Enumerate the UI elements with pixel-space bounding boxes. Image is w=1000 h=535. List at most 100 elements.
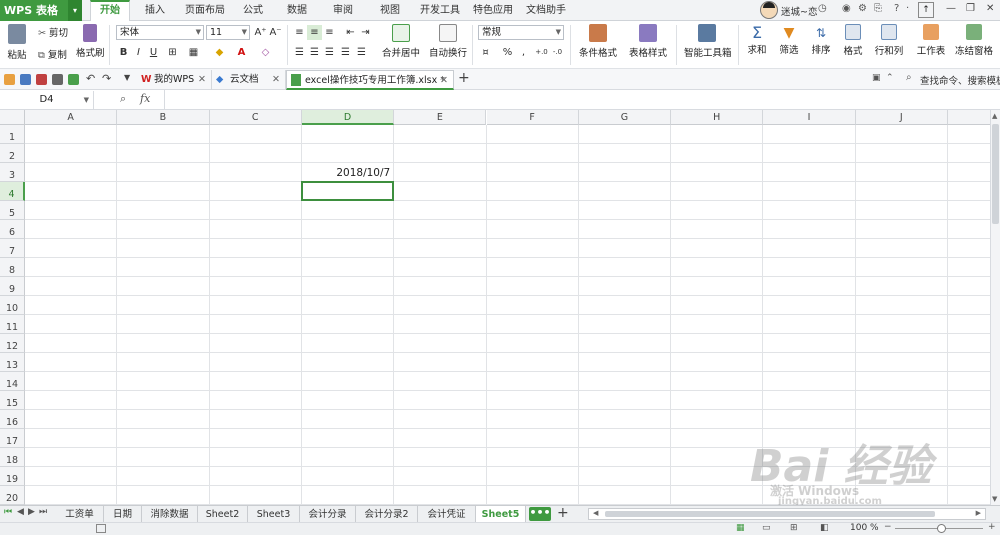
reading-mode-icon[interactable]: ◧ bbox=[820, 523, 829, 533]
prev-sheet-icon[interactable]: ◀ bbox=[17, 507, 24, 517]
fx-button[interactable]: fx bbox=[140, 92, 150, 105]
merge-center-button[interactable]: 合并居中 bbox=[378, 24, 424, 59]
row-header-19[interactable]: 19 bbox=[0, 467, 25, 486]
scroll-down-icon[interactable]: ▼ bbox=[992, 495, 997, 503]
avatar[interactable] bbox=[760, 1, 778, 19]
row-header-14[interactable]: 14 bbox=[0, 372, 25, 391]
close-icon[interactable]: ✕ bbox=[272, 70, 280, 90]
open-icon[interactable] bbox=[4, 74, 15, 85]
preview-icon[interactable] bbox=[68, 74, 79, 85]
share-icon[interactable]: ⎘ bbox=[874, 3, 882, 14]
scroll-right-icon[interactable]: ▶ bbox=[976, 509, 981, 517]
sheet-tab-sheet5[interactable]: Sheet5 bbox=[476, 506, 526, 523]
zoom-slider-thumb[interactable] bbox=[937, 524, 946, 533]
increase-decimal-icon[interactable]: +.0 bbox=[534, 45, 549, 60]
row-header-5[interactable]: 5 bbox=[0, 201, 25, 220]
row-header-10[interactable]: 10 bbox=[0, 296, 25, 315]
sheet-tab-sheet2[interactable]: Sheet2 bbox=[198, 506, 248, 523]
column-header-partial[interactable] bbox=[948, 110, 990, 125]
sheet-tab-date[interactable]: 日期 bbox=[104, 506, 142, 523]
next-sheet-icon[interactable]: ▶ bbox=[28, 507, 35, 517]
zoom-in-icon[interactable]: + bbox=[988, 522, 996, 532]
align-center-icon[interactable]: ☰ bbox=[307, 45, 322, 60]
tab-insert[interactable]: 插入 bbox=[137, 0, 173, 21]
undo-icon[interactable]: ↶ bbox=[86, 72, 95, 85]
new-tab-plus-icon[interactable]: + bbox=[458, 70, 470, 86]
column-header-e[interactable]: E bbox=[394, 110, 487, 125]
redo-icon[interactable]: ↷ bbox=[102, 72, 111, 85]
fill-color-icon[interactable]: ◆ bbox=[212, 45, 227, 60]
tab-view[interactable]: 视图 bbox=[373, 0, 407, 21]
distribute-icon[interactable]: ☰ bbox=[354, 45, 369, 60]
align-middle-icon[interactable]: ≡ bbox=[307, 25, 322, 40]
spreadsheet-grid[interactable]: ABCDEFGHIJ 1 2 3 4 5 6 7 8 9 10 11 12 13 14 15 16 17 18 19… bbox=[0, 110, 990, 505]
maximize-icon[interactable]: ❐ bbox=[966, 3, 975, 14]
doc-tab-my-wps[interactable]: W 我的WPS ✕ bbox=[136, 70, 212, 90]
save-icon[interactable] bbox=[20, 74, 31, 85]
row-header-8[interactable]: 8 bbox=[0, 258, 25, 277]
shrink-font-button[interactable]: A⁻ bbox=[268, 25, 283, 40]
column-header-f[interactable]: F bbox=[486, 110, 579, 125]
tab-data[interactable]: 数据 bbox=[280, 0, 314, 21]
scroll-left-icon[interactable]: ◀ bbox=[593, 509, 598, 517]
clock-icon[interactable]: ◷ bbox=[818, 3, 827, 14]
name-box[interactable]: D4 ▼ bbox=[0, 91, 94, 109]
number-format-select[interactable]: 常规 ▼ bbox=[478, 25, 564, 40]
font-color-icon[interactable]: A bbox=[234, 45, 249, 60]
scroll-up-icon[interactable]: ▲ bbox=[992, 112, 997, 120]
command-search-input[interactable]: 查找命令、搜索模板 bbox=[920, 73, 1000, 87]
row-header-17[interactable]: 17 bbox=[0, 429, 25, 448]
more-icon[interactable]: · bbox=[906, 3, 909, 14]
first-sheet-icon[interactable]: ⏮ bbox=[4, 507, 12, 517]
row-header-9[interactable]: 9 bbox=[0, 277, 25, 296]
row-header-15[interactable]: 15 bbox=[0, 391, 25, 410]
column-header-b[interactable]: B bbox=[117, 110, 210, 125]
tab-special[interactable]: 特色应用 bbox=[469, 0, 517, 21]
thousands-icon[interactable]: , bbox=[516, 45, 531, 60]
sheet-tab-voucher[interactable]: 会计凭证 bbox=[418, 506, 476, 523]
align-top-icon[interactable]: ≡ bbox=[292, 25, 307, 40]
align-left-icon[interactable]: ☰ bbox=[292, 45, 307, 60]
more-sheets-icon[interactable]: ••• bbox=[529, 507, 551, 521]
zoom-out-icon[interactable]: − bbox=[884, 522, 892, 532]
tab-home[interactable]: 开始 bbox=[90, 0, 130, 21]
row-header-4[interactable]: 4 bbox=[0, 182, 25, 201]
merge-icon[interactable]: ▦ bbox=[186, 45, 201, 60]
vertical-scrollbar[interactable]: ▲ ▼ bbox=[990, 110, 1000, 505]
sheet-tab-sheet3[interactable]: Sheet3 bbox=[248, 506, 300, 523]
format-button[interactable]: 格式 bbox=[840, 24, 866, 57]
chevron-down-icon[interactable]: ▼ bbox=[124, 73, 130, 82]
close-icon[interactable]: ✕ bbox=[198, 70, 206, 90]
cut-button[interactable]: ✂ 剪切 bbox=[38, 25, 68, 39]
search-icon[interactable]: ⌕ bbox=[906, 72, 912, 83]
notify-icon[interactable]: ▣ bbox=[872, 73, 881, 83]
tab-developer[interactable]: 开发工具 bbox=[416, 0, 464, 21]
tab-page-layout[interactable]: 页面布局 bbox=[180, 0, 230, 21]
conditional-format-button[interactable]: 条件格式 bbox=[576, 24, 620, 59]
underline-button[interactable]: U bbox=[146, 45, 161, 60]
paste-button[interactable]: 粘贴 bbox=[6, 24, 28, 61]
row-header-13[interactable]: 13 bbox=[0, 353, 25, 372]
freeze-button[interactable]: 冻结窗格 bbox=[954, 24, 994, 57]
settings-icon[interactable]: ⚙ bbox=[858, 3, 867, 14]
scroll-thumb[interactable] bbox=[605, 511, 935, 517]
worksheet-button[interactable]: 工作表 bbox=[914, 24, 948, 57]
sheet-tab-journal2[interactable]: 会计分录2 bbox=[356, 506, 418, 523]
row-header-3[interactable]: 3 bbox=[0, 163, 25, 182]
column-header-h[interactable]: H bbox=[671, 110, 764, 125]
wrap-text-button[interactable]: 自动换行 bbox=[428, 24, 468, 59]
row-header-2[interactable]: 2 bbox=[0, 144, 25, 163]
copy-button[interactable]: ⧉ 复制 bbox=[38, 47, 67, 61]
close-icon[interactable]: ✕ bbox=[440, 71, 448, 91]
font-size-select[interactable]: 11 ▼ bbox=[206, 25, 250, 40]
percent-icon[interactable]: % bbox=[500, 45, 515, 60]
row-header-16[interactable]: 16 bbox=[0, 410, 25, 429]
page-break-view-icon[interactable]: ⊞ bbox=[790, 523, 798, 533]
print-icon[interactable] bbox=[52, 74, 63, 85]
skin-icon[interactable]: ◉ bbox=[842, 3, 851, 14]
table-style-button[interactable]: 表格样式 bbox=[626, 24, 670, 59]
macro-record-icon[interactable] bbox=[96, 524, 106, 533]
zoom-search-icon[interactable]: ⌕ bbox=[120, 92, 126, 106]
italic-button[interactable]: I bbox=[131, 45, 146, 60]
border-icon[interactable]: ⊞ bbox=[165, 45, 180, 60]
